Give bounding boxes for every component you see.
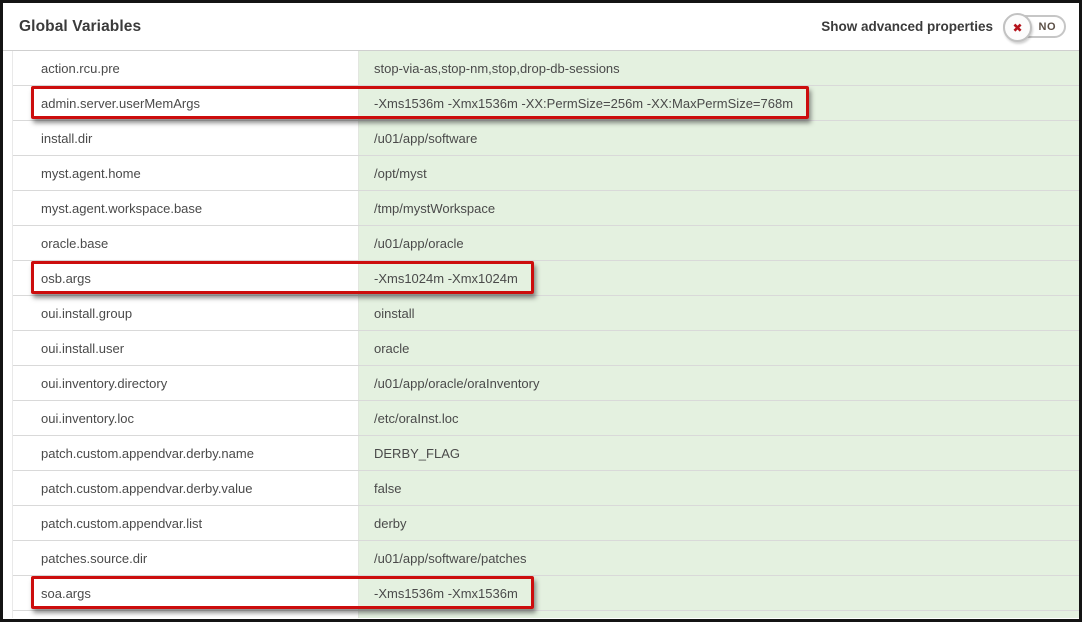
variable-name: admin.server.userMemArgs (13, 86, 358, 120)
page-title: Global Variables (19, 18, 141, 36)
variable-name: oui.inventory.loc (13, 401, 358, 435)
variable-value-text: -Xms1536m -Xmx1536m (374, 586, 518, 601)
variable-value-text: /u01/app/oracle/oraInventory (374, 376, 540, 391)
variable-value-text: /etc/oraInst.loc (374, 411, 459, 426)
variable-name: patch.custom.appendvar.list (13, 506, 358, 540)
variable-value[interactable]: /u01/app/software (358, 121, 1079, 155)
variable-value[interactable]: -Xms1024m -Xmx1024m (358, 261, 1079, 295)
table-row[interactable]: oui.install.user oracle (13, 331, 1079, 366)
table-row[interactable]: patch.custom.appendvar.derby.value false (13, 471, 1079, 506)
variable-name: patch.custom.appendvar.derby.name (13, 436, 358, 470)
table-row[interactable]: oracle.base /u01/app/oracle (13, 226, 1079, 261)
table-row[interactable]: patches.source.dir /u01/app/software/pat… (13, 541, 1079, 576)
toggle-state-label: NO (1039, 21, 1065, 33)
variable-value[interactable]: oinstall (358, 296, 1079, 330)
variable-name: patches.source.dir (13, 541, 358, 575)
advanced-properties-label: Show advanced properties (821, 19, 993, 34)
variables-table: action.rcu.pre stop-via-as,stop-nm,stop,… (12, 51, 1079, 618)
variable-value-text: /tmp/mystWorkspace (374, 201, 495, 216)
variable-name: myst.agent.workspace.base (13, 191, 358, 225)
advanced-properties-toggle[interactable]: ✖ NO (1003, 15, 1066, 38)
variable-name: osb.args (13, 261, 358, 295)
table-row[interactable]: action.rcu.pre stop-via-as,stop-nm,stop,… (13, 51, 1079, 86)
panel-header: Global Variables Show advanced propertie… (3, 3, 1079, 51)
table-row[interactable]: oui.inventory.loc /etc/oraInst.loc (13, 401, 1079, 436)
variable-value-text: -Xms1536m -Xmx1536m -XX:PermSize=256m -X… (374, 96, 793, 111)
table-row[interactable]: myst.agent.home /opt/myst (13, 156, 1079, 191)
variable-name: soa.args (13, 576, 358, 610)
table-row[interactable]: patch.custom.appendvar.derby.name DERBY_… (13, 436, 1079, 471)
variable-value[interactable]: DERBY_FLAG (358, 436, 1079, 470)
variable-value[interactable]: /tmp/mystWorkspace (358, 191, 1079, 225)
toggle-x-icon: ✖ (1012, 22, 1022, 34)
variable-value-text: /u01/app/oracle (374, 236, 464, 251)
variable-value[interactable]: /u01/app/software/patches (358, 541, 1079, 575)
variable-name: patch.custom.appendvar.derby.value (13, 471, 358, 505)
variable-name: oui.install.group (13, 296, 358, 330)
variable-value-text: /u01/app/software (374, 131, 477, 146)
variable-value[interactable]: false (358, 471, 1079, 505)
global-variables-panel: Global Variables Show advanced propertie… (0, 0, 1082, 622)
variable-value-text: false (374, 481, 401, 496)
variable-name: action.rcu.pre (13, 51, 358, 85)
variable-name: myst.agent.home (13, 156, 358, 190)
variable-value[interactable]: oracle (358, 331, 1079, 365)
variable-value[interactable]: -Xms1536m -Xmx1536m (358, 576, 1079, 610)
variable-value-text: /opt/myst (374, 166, 427, 181)
variable-value-text: DERBY_FLAG (374, 446, 460, 461)
variable-name: install.dir (13, 121, 358, 155)
table-row[interactable]: osb.args -Xms1024m -Xmx1024m (13, 261, 1079, 296)
variable-name (13, 611, 358, 618)
variable-value[interactable] (358, 611, 1079, 618)
table-row[interactable]: install.dir /u01/app/software (13, 121, 1079, 156)
variable-value-text: oinstall (374, 306, 414, 321)
advanced-properties-control: Show advanced properties ✖ NO (821, 15, 1066, 38)
variable-value[interactable]: stop-via-as,stop-nm,stop,drop-db-session… (358, 51, 1079, 85)
table-row[interactable]: soa.args -Xms1536m -Xmx1536m (13, 576, 1079, 611)
variable-value[interactable]: -Xms1536m -Xmx1536m -XX:PermSize=256m -X… (358, 86, 1079, 120)
variable-value-text: stop-via-as,stop-nm,stop,drop-db-session… (374, 61, 620, 76)
table-row[interactable]: myst.agent.workspace.base /tmp/mystWorks… (13, 191, 1079, 226)
table-row-partial[interactable] (13, 611, 1079, 618)
variable-value-text: derby (374, 516, 407, 531)
variable-name: oui.inventory.directory (13, 366, 358, 400)
table-row[interactable]: oui.inventory.directory /u01/app/oracle/… (13, 366, 1079, 401)
table-row[interactable]: admin.server.userMemArgs -Xms1536m -Xmx1… (13, 86, 1079, 121)
variable-name: oracle.base (13, 226, 358, 260)
toggle-knob[interactable]: ✖ (1003, 13, 1032, 42)
variable-value-text: /u01/app/software/patches (374, 551, 527, 566)
variable-value[interactable]: /etc/oraInst.loc (358, 401, 1079, 435)
variable-value[interactable]: /u01/app/oracle/oraInventory (358, 366, 1079, 400)
variable-value[interactable]: /opt/myst (358, 156, 1079, 190)
table-row[interactable]: oui.install.group oinstall (13, 296, 1079, 331)
variable-value-text: -Xms1024m -Xmx1024m (374, 271, 518, 286)
variable-value[interactable]: derby (358, 506, 1079, 540)
variable-name: oui.install.user (13, 331, 358, 365)
variable-value-text: oracle (374, 341, 409, 356)
variable-value[interactable]: /u01/app/oracle (358, 226, 1079, 260)
table-row[interactable]: patch.custom.appendvar.list derby (13, 506, 1079, 541)
